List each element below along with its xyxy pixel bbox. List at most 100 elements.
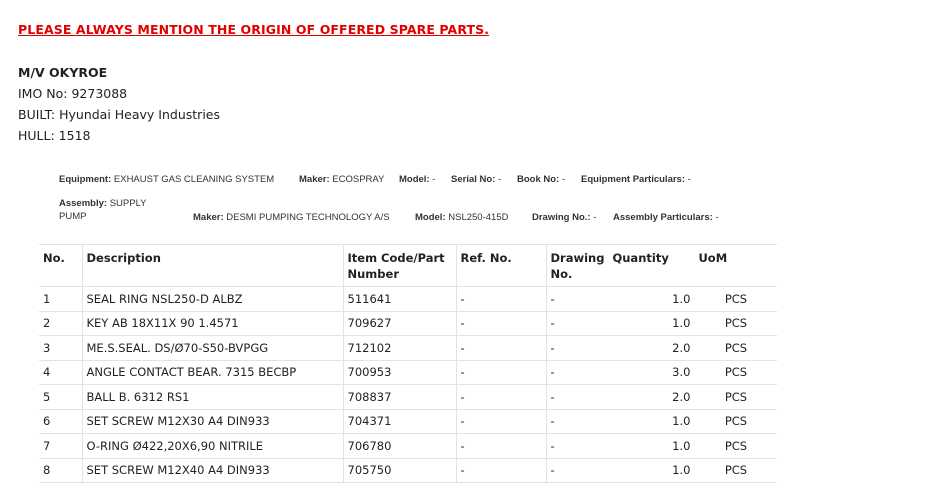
cell-drawing-no: - bbox=[545, 335, 609, 361]
equipment-maker-value: ECOSPRAY bbox=[332, 174, 385, 185]
cell-description: KEY AB 18X11X 90 1.4571 bbox=[81, 311, 343, 336]
cell-uom: PCS bbox=[694, 409, 778, 434]
assembly-particulars-value: - bbox=[715, 212, 719, 223]
assembly-particulars-label: Assembly Particulars: bbox=[613, 212, 713, 223]
table-row: 4 ANGLE CONTACT BEAR. 7315 BECBP 700953 … bbox=[39, 360, 778, 385]
cell-drawing-no: - bbox=[545, 360, 609, 385]
cell-uom: PCS bbox=[694, 433, 778, 459]
assembly-model-label: Model: bbox=[415, 212, 446, 223]
cell-item-code: 700953 bbox=[342, 360, 456, 385]
table-row: 6 SET SCREW M12X30 A4 DIN933 704371 - - … bbox=[39, 409, 778, 434]
cell-description: O-RING Ø422,20X6,90 NITRILE bbox=[81, 433, 343, 459]
equipment-book-field: Book No: - bbox=[517, 174, 565, 185]
cell-uom: PCS bbox=[694, 335, 778, 361]
header-quantity: Quantity bbox=[608, 244, 695, 287]
equipment-model-label: Model: bbox=[399, 174, 430, 185]
cell-quantity: 1.0 bbox=[608, 311, 695, 336]
cell-quantity: 1.0 bbox=[608, 286, 695, 312]
table-row: 3 ME.S.SEAL. DS/Ø70-S50-BVPGG 712102 - -… bbox=[39, 335, 778, 361]
equipment-model-field: Model: - bbox=[399, 174, 435, 185]
cell-item-code: 705750 bbox=[342, 458, 456, 483]
assembly-drawing-label: Drawing No.: bbox=[532, 212, 591, 223]
cell-item-code: 708837 bbox=[342, 384, 456, 410]
assembly-label: Assembly: bbox=[59, 198, 108, 209]
cell-ref-no: - bbox=[455, 360, 546, 385]
vessel-imo: IMO No: 9273088 bbox=[18, 86, 128, 101]
cell-no: 7 bbox=[39, 433, 82, 459]
assembly-drawing-value: - bbox=[593, 212, 597, 223]
table-row: 5 BALL B. 6312 RS1 708837 - - 2.0 PCS bbox=[39, 384, 778, 410]
equipment-serial-value: - bbox=[498, 174, 502, 185]
cell-uom: PCS bbox=[694, 286, 778, 312]
cell-item-code: 709627 bbox=[342, 311, 456, 336]
cell-drawing-no: - bbox=[545, 384, 609, 410]
cell-no: 5 bbox=[39, 384, 82, 410]
cell-quantity: 2.0 bbox=[608, 335, 695, 361]
cell-description: BALL B. 6312 RS1 bbox=[81, 384, 343, 410]
assembly-maker-field: Maker: DESMI PUMPING TECHNOLOGY A/S bbox=[193, 212, 390, 223]
cell-ref-no: - bbox=[455, 311, 546, 336]
cell-item-code: 712102 bbox=[342, 335, 456, 361]
cell-description: ME.S.SEAL. DS/Ø70-S50-BVPGG bbox=[81, 335, 343, 361]
table-row: 7 O-RING Ø422,20X6,90 NITRILE 706780 - -… bbox=[39, 433, 778, 459]
equipment-serial-field: Serial No: - bbox=[451, 174, 501, 185]
cell-description: SEAL RING NSL250-D ALBZ bbox=[81, 286, 343, 312]
vessel-name: M/V OKYROE bbox=[18, 65, 108, 80]
cell-ref-no: - bbox=[455, 286, 546, 312]
cell-item-code: 706780 bbox=[342, 433, 456, 459]
cell-drawing-no: - bbox=[545, 311, 609, 336]
spare-parts-table: No. Description Item Code/Part Number Re… bbox=[39, 244, 778, 483]
cell-quantity: 3.0 bbox=[608, 360, 695, 385]
header-uom: UoM bbox=[694, 244, 778, 287]
assembly-maker-label: Maker: bbox=[193, 212, 224, 223]
equipment-book-label: Book No: bbox=[517, 174, 560, 185]
cell-quantity: 1.0 bbox=[608, 433, 695, 459]
assembly-field: Assembly: SUPPLY PUMP bbox=[59, 198, 169, 223]
table-row: 8 SET SCREW M12X40 A4 DIN933 705750 - - … bbox=[39, 458, 778, 483]
cell-drawing-no: - bbox=[545, 286, 609, 312]
cell-description: ANGLE CONTACT BEAR. 7315 BECBP bbox=[81, 360, 343, 385]
cell-no: 8 bbox=[39, 458, 82, 483]
header-drawing-no: Drawing No. bbox=[545, 244, 609, 287]
vessel-info: M/V OKYROE IMO No: 9273088 BUILT: Hyunda… bbox=[18, 62, 220, 146]
vessel-builder: BUILT: Hyundai Heavy Industries bbox=[18, 107, 220, 122]
cell-ref-no: - bbox=[455, 433, 546, 459]
cell-item-code: 704371 bbox=[342, 409, 456, 434]
cell-drawing-no: - bbox=[545, 409, 609, 434]
table-row: 1 SEAL RING NSL250-D ALBZ 511641 - - 1.0… bbox=[39, 286, 778, 312]
equipment-serial-label: Serial No: bbox=[451, 174, 496, 185]
header-item-code: Item Code/Part Number bbox=[342, 244, 456, 287]
header-ref-no: Ref. No. bbox=[455, 244, 546, 287]
equipment-field: Equipment: EXHAUST GAS CLEANING SYSTEM bbox=[59, 174, 274, 185]
cell-no: 6 bbox=[39, 409, 82, 434]
cell-item-code: 511641 bbox=[342, 286, 456, 312]
equipment-model-value: - bbox=[432, 174, 436, 185]
cell-uom: PCS bbox=[694, 384, 778, 410]
cell-no: 3 bbox=[39, 335, 82, 361]
cell-uom: PCS bbox=[694, 311, 778, 336]
vessel-hull: HULL: 1518 bbox=[18, 128, 91, 143]
cell-ref-no: - bbox=[455, 458, 546, 483]
assembly-model-field: Model: NSL250-415D bbox=[415, 212, 508, 223]
cell-uom: PCS bbox=[694, 360, 778, 385]
cell-quantity: 1.0 bbox=[608, 458, 695, 483]
equipment-particulars-label: Equipment Particulars: bbox=[581, 174, 685, 185]
table-header-row: No. Description Item Code/Part Number Re… bbox=[39, 244, 778, 287]
equipment-value: EXHAUST GAS CLEANING SYSTEM bbox=[113, 174, 275, 185]
origin-notice: PLEASE ALWAYS MENTION THE ORIGIN OF OFFE… bbox=[18, 22, 490, 37]
assembly-drawing-field: Drawing No.: - bbox=[532, 212, 596, 223]
cell-no: 4 bbox=[39, 360, 82, 385]
cell-description: SET SCREW M12X40 A4 DIN933 bbox=[81, 458, 343, 483]
cell-no: 2 bbox=[39, 311, 82, 336]
assembly-model-value: NSL250-415D bbox=[448, 212, 509, 223]
cell-quantity: 2.0 bbox=[608, 384, 695, 410]
header-description: Description bbox=[81, 244, 343, 287]
equipment-particulars-field: Equipment Particulars: - bbox=[581, 174, 691, 185]
cell-uom: PCS bbox=[694, 458, 778, 483]
equipment-particulars-value: - bbox=[687, 174, 691, 185]
assembly-maker-value: DESMI PUMPING TECHNOLOGY A/S bbox=[226, 212, 390, 223]
equipment-maker-label: Maker: bbox=[299, 174, 330, 185]
cell-description: SET SCREW M12X30 A4 DIN933 bbox=[81, 409, 343, 434]
equipment-book-value: - bbox=[561, 174, 566, 185]
equipment-label: Equipment: bbox=[59, 174, 112, 185]
